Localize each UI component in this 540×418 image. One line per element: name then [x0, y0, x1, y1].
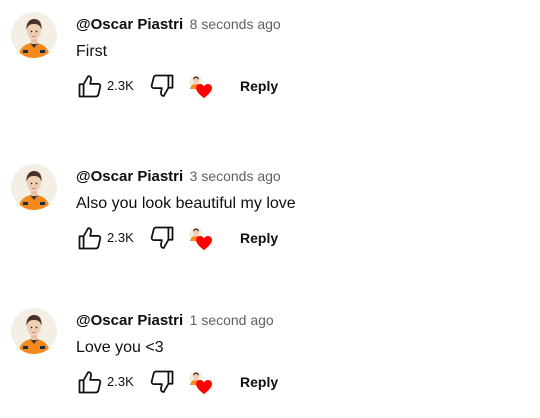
avatar[interactable] [11, 12, 57, 58]
comment-text: First [76, 43, 108, 60]
reply-button[interactable]: Reply [240, 78, 278, 94]
like-button[interactable] [76, 224, 104, 252]
creator-heart-icon [187, 225, 213, 251]
thumbs-down-icon [150, 226, 174, 249]
thumbs-up-icon [78, 371, 102, 394]
thumbs-down-icon [150, 74, 174, 97]
comment: @Oscar Piastri 8 seconds ago First 2.3K [0, 12, 540, 112]
comment-header: @Oscar Piastri 3 seconds ago [76, 167, 281, 186]
timestamp[interactable]: 1 second ago [190, 312, 274, 328]
dislike-button[interactable] [148, 224, 176, 252]
creator-heart-icon [187, 73, 213, 99]
comment-thread: @Oscar Piastri 8 seconds ago First 2.3K [0, 0, 540, 418]
author-name[interactable]: @Oscar Piastri [76, 168, 183, 185]
comment: @Oscar Piastri 3 seconds ago Also you lo… [0, 164, 540, 264]
comment-toolbar: 2.3K Reply [76, 224, 336, 252]
comment-header: @Oscar Piastri 1 second ago [76, 311, 274, 330]
comment-toolbar: 2.3K Reply [76, 368, 336, 396]
thumbs-down-icon [150, 370, 174, 393]
comment-toolbar: 2.3K Reply [76, 72, 336, 100]
reply-button[interactable]: Reply [240, 374, 278, 390]
like-count: 2.3K [107, 230, 134, 245]
reply-button[interactable]: Reply [240, 230, 278, 246]
like-button[interactable] [76, 368, 104, 396]
thumbs-up-icon [78, 75, 102, 98]
creator-heart-icon [187, 369, 213, 395]
author-name[interactable]: @Oscar Piastri [76, 312, 183, 329]
comment: @Oscar Piastri 1 second ago Love you <3 … [0, 308, 540, 408]
comment-header: @Oscar Piastri 8 seconds ago [76, 15, 281, 34]
dislike-button[interactable] [148, 368, 176, 396]
like-count: 2.3K [107, 374, 134, 389]
like-button[interactable] [76, 72, 104, 100]
comment-text: Also you look beautiful my love [76, 195, 296, 212]
timestamp[interactable]: 8 seconds ago [190, 16, 281, 32]
author-name[interactable]: @Oscar Piastri [76, 16, 183, 33]
timestamp[interactable]: 3 seconds ago [190, 168, 281, 184]
thumbs-up-icon [78, 227, 102, 250]
dislike-button[interactable] [148, 72, 176, 100]
avatar[interactable] [11, 308, 57, 354]
like-count: 2.3K [107, 78, 134, 93]
avatar[interactable] [11, 164, 57, 210]
comment-text: Love you <3 [76, 339, 164, 356]
